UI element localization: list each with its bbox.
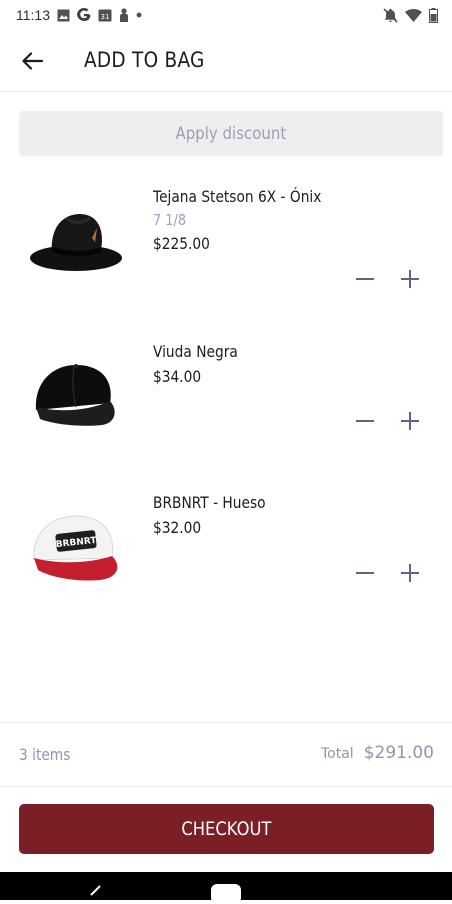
checkout-label: CHECKOUT xyxy=(181,818,272,840)
cart-item: Viuda Negra $34.00 xyxy=(0,325,452,465)
item-price: $32.00 xyxy=(153,518,202,537)
item-price: $34.00 xyxy=(153,367,202,386)
item-name[interactable]: Viuda Negra xyxy=(153,342,238,361)
plus-icon xyxy=(401,412,419,430)
arrow-left-icon[interactable] xyxy=(21,52,43,70)
total-label: Total xyxy=(320,746,354,762)
summary-divider xyxy=(0,722,452,723)
item-variant: 7 1/8 xyxy=(153,211,187,229)
cart-item: BRBNRT BRBNRT - Hueso $32.00 xyxy=(0,476,452,616)
status-bar: 11:13 31 xyxy=(0,0,452,30)
status-time: 11:13 xyxy=(16,7,50,23)
apply-discount-label: Apply discount xyxy=(175,123,287,144)
image-icon xyxy=(57,9,70,22)
plus-icon xyxy=(401,564,419,582)
item-price: $225.00 xyxy=(153,234,210,253)
nav-home-button[interactable] xyxy=(211,884,241,904)
order-total: Total $291.00 xyxy=(321,743,434,763)
increase-quantity-button[interactable] xyxy=(397,408,423,434)
checkout-divider xyxy=(0,786,452,787)
status-right xyxy=(383,7,438,23)
status-left: 11:13 31 xyxy=(16,7,142,23)
dot-icon xyxy=(136,12,142,18)
page-title: ADD TO BAG xyxy=(84,48,205,72)
total-value: $291.00 xyxy=(363,743,434,763)
app-bar: ADD TO BAG xyxy=(0,30,452,92)
nav-back-icon[interactable] xyxy=(88,884,102,898)
increase-quantity-button[interactable] xyxy=(397,266,423,292)
cart-item: Tejana Stetson 6X - Ónix 7 1/8 $225.00 xyxy=(0,170,452,310)
minus-icon xyxy=(356,572,374,574)
checkout-button[interactable]: CHECKOUT xyxy=(19,804,434,854)
google-icon xyxy=(77,8,91,22)
minus-icon xyxy=(356,278,374,280)
product-image-black-snapback-cap[interactable] xyxy=(26,355,126,435)
battery-icon xyxy=(429,7,438,23)
svg-text:31: 31 xyxy=(101,13,110,21)
decrease-quantity-button[interactable] xyxy=(352,408,378,434)
product-image-white-red-trucker-cap[interactable]: BRBNRT xyxy=(26,506,126,586)
apply-discount-button[interactable]: Apply discount xyxy=(19,111,443,156)
item-name[interactable]: Tejana Stetson 6X - Ónix xyxy=(153,187,321,206)
person-alert-icon xyxy=(119,8,129,22)
calendar-icon: 31 xyxy=(98,8,112,22)
items-count: 3 items xyxy=(19,745,71,764)
back-button[interactable] xyxy=(16,47,48,75)
plus-icon xyxy=(401,270,419,288)
minus-icon xyxy=(356,420,374,422)
decrease-quantity-button[interactable] xyxy=(352,560,378,586)
notifications-off-icon xyxy=(383,7,398,23)
wifi-icon xyxy=(405,8,422,22)
increase-quantity-button[interactable] xyxy=(397,560,423,586)
product-image-black-cowboy-hat[interactable] xyxy=(26,200,126,280)
item-name[interactable]: BRBNRT - Hueso xyxy=(153,493,266,512)
decrease-quantity-button[interactable] xyxy=(352,266,378,292)
system-navigation-bar xyxy=(0,872,452,904)
